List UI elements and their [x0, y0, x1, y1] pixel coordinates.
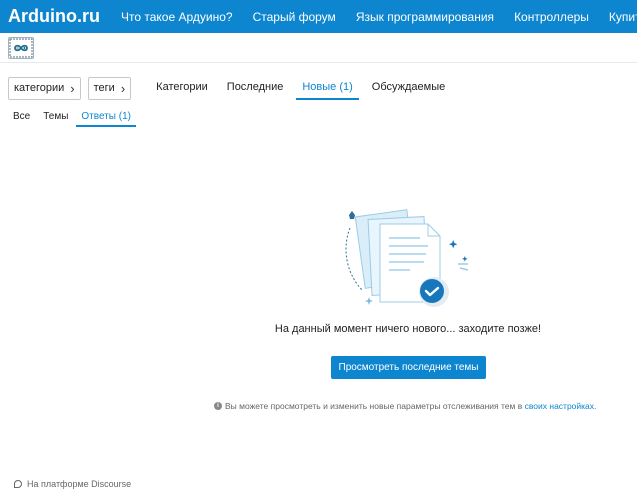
nav-link-controllers[interactable]: Контроллеры: [514, 10, 589, 24]
new-topics-subtabs: Все Темы Ответы (1): [8, 109, 139, 127]
topic-filter-bar: категории › теги › Категории Последние Н…: [8, 76, 458, 100]
brand-logo-text[interactable]: Arduino.ru: [8, 6, 100, 27]
tab-categories[interactable]: Категории: [150, 76, 214, 100]
empty-state-illustration: [340, 208, 475, 308]
powered-by-footer[interactable]: На платформе Discourse: [14, 479, 131, 489]
top-nav-links: Что такое Ардуино? Старый форум Язык про…: [121, 10, 637, 24]
nav-link-buy[interactable]: Купить: [609, 10, 637, 24]
tab-top[interactable]: Обсуждаемые: [366, 76, 451, 100]
tracking-settings-hint: i Вы можете просмотреть и изменить новые…: [214, 401, 596, 411]
chevron-right-icon: ›: [120, 80, 126, 96]
preferences-link[interactable]: своих настройках: [525, 401, 594, 411]
chevron-right-icon: ›: [70, 80, 75, 96]
info-icon: i: [214, 402, 222, 410]
powered-by-text: На платформе Discourse: [27, 479, 132, 489]
subtab-replies[interactable]: Ответы (1): [76, 109, 136, 127]
categories-dropdown[interactable]: категории ›: [8, 76, 81, 100]
tab-new[interactable]: Новые (1): [296, 76, 359, 100]
browse-latest-topics-button[interactable]: Просмотреть последние темы: [331, 356, 486, 379]
hint-period: .: [594, 401, 597, 411]
tags-dropdown-label: теги: [93, 82, 115, 94]
categories-dropdown-label: категории: [14, 82, 65, 94]
arduino-infinity-logo-icon[interactable]: [8, 37, 34, 59]
top-navigation-bar: Arduino.ru Что такое Ардуино? Старый фор…: [0, 0, 637, 33]
tab-latest[interactable]: Последние: [221, 76, 290, 100]
nav-link-old-forum[interactable]: Старый форум: [253, 10, 336, 24]
empty-state-message: На данный момент ничего нового... заходи…: [274, 323, 542, 335]
nav-link-what-is-arduino[interactable]: Что такое Ардуино?: [121, 10, 233, 24]
subtab-topics[interactable]: Темы: [38, 109, 73, 127]
site-logo-row: [0, 33, 637, 63]
nav-link-programming-language[interactable]: Язык программирования: [356, 10, 494, 24]
discourse-icon: [14, 480, 22, 488]
hint-text: Вы можете просмотреть и изменить новые п…: [225, 401, 523, 411]
topic-list-tabs: Категории Последние Новые (1) Обсуждаемы…: [150, 76, 458, 100]
tags-dropdown[interactable]: теги ›: [87, 76, 132, 100]
subtab-all[interactable]: Все: [8, 109, 35, 127]
